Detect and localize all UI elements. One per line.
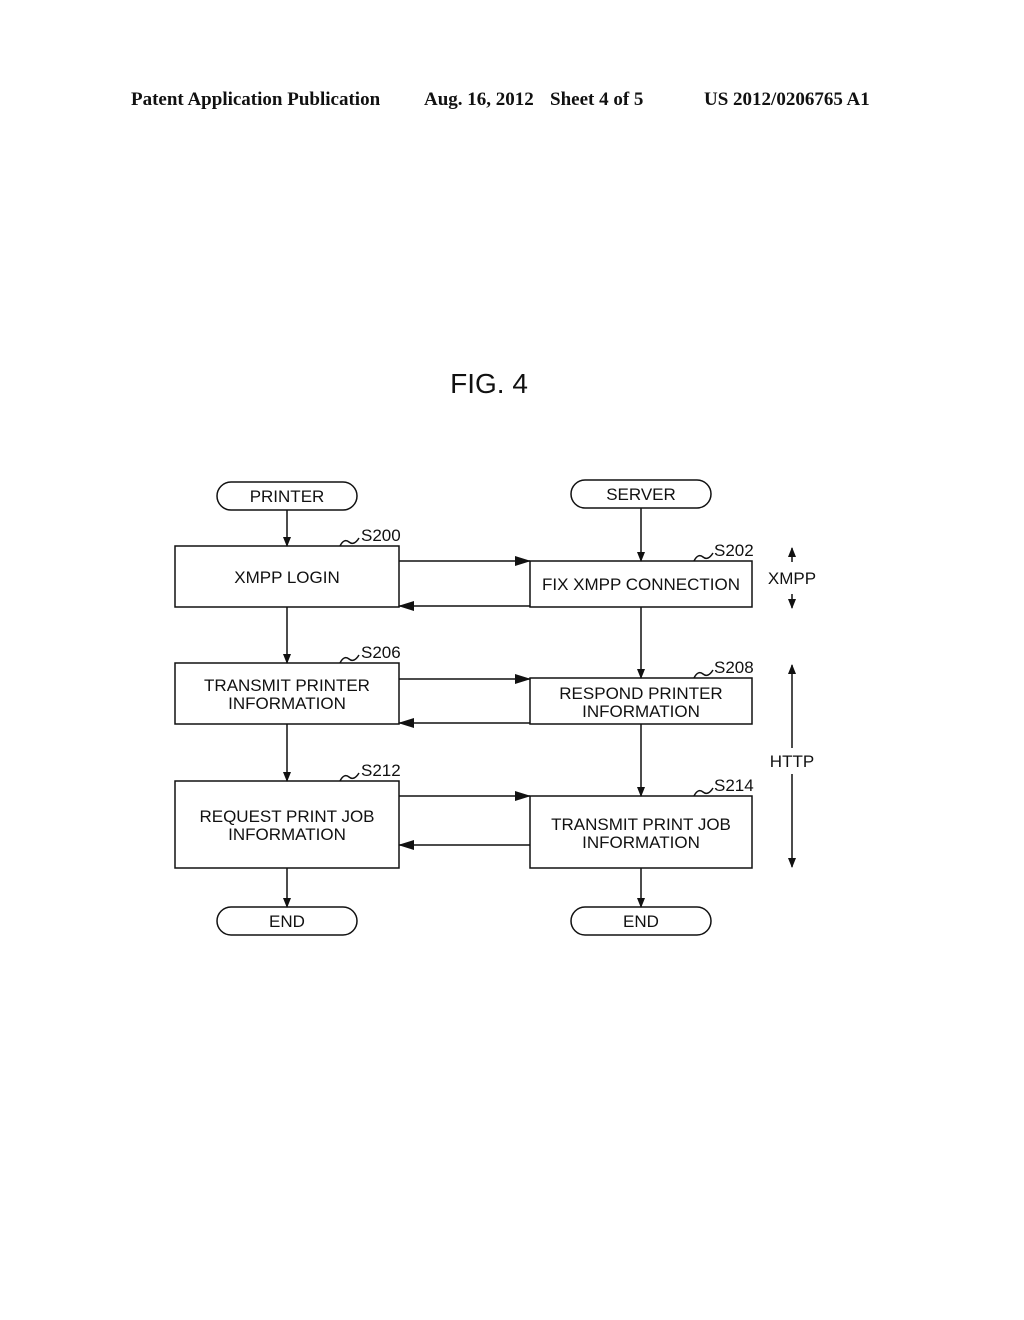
step-s212-text-line1: REQUEST PRINT JOB xyxy=(199,807,374,826)
server-end-label: END xyxy=(623,912,659,931)
leader-squiggle xyxy=(693,669,714,679)
step-s200-text: XMPP LOGIN xyxy=(234,568,340,587)
step-s214-text-line2: INFORMATION xyxy=(582,833,700,852)
step-s202-text: FIX XMPP CONNECTION xyxy=(542,575,740,594)
leader-squiggle xyxy=(339,654,360,664)
leader-squiggle xyxy=(693,787,714,797)
step-s214-text-line1: TRANSMIT PRINT JOB xyxy=(551,815,731,834)
leader-squiggle xyxy=(693,552,714,562)
step-id-s214: S214 xyxy=(714,776,754,795)
step-s208-text-line1: RESPOND PRINTER xyxy=(559,684,722,703)
step-id-s206: S206 xyxy=(361,643,401,662)
leader-squiggle xyxy=(339,537,360,547)
printer-start-label: PRINTER xyxy=(250,487,325,506)
step-s208-text-line2: INFORMATION xyxy=(582,702,700,721)
step-id-s200: S200 xyxy=(361,526,401,545)
leader-squiggle xyxy=(339,772,360,782)
step-id-s208: S208 xyxy=(714,658,754,677)
step-s206-text-line1: TRANSMIT PRINTER xyxy=(204,676,370,695)
protocol-label-xmpp: XMPP xyxy=(768,569,816,588)
printer-end-label: END xyxy=(269,912,305,931)
protocol-label-http: HTTP xyxy=(770,752,814,771)
step-id-s212: S212 xyxy=(361,761,401,780)
step-s212-text-line2: INFORMATION xyxy=(228,825,346,844)
step-s206-text-line2: INFORMATION xyxy=(228,694,346,713)
flowchart: PRINTER SERVER END END XMPP LOGIN TRANSM… xyxy=(174,479,816,936)
server-start-label: SERVER xyxy=(606,485,676,504)
step-id-s202: S202 xyxy=(714,541,754,560)
